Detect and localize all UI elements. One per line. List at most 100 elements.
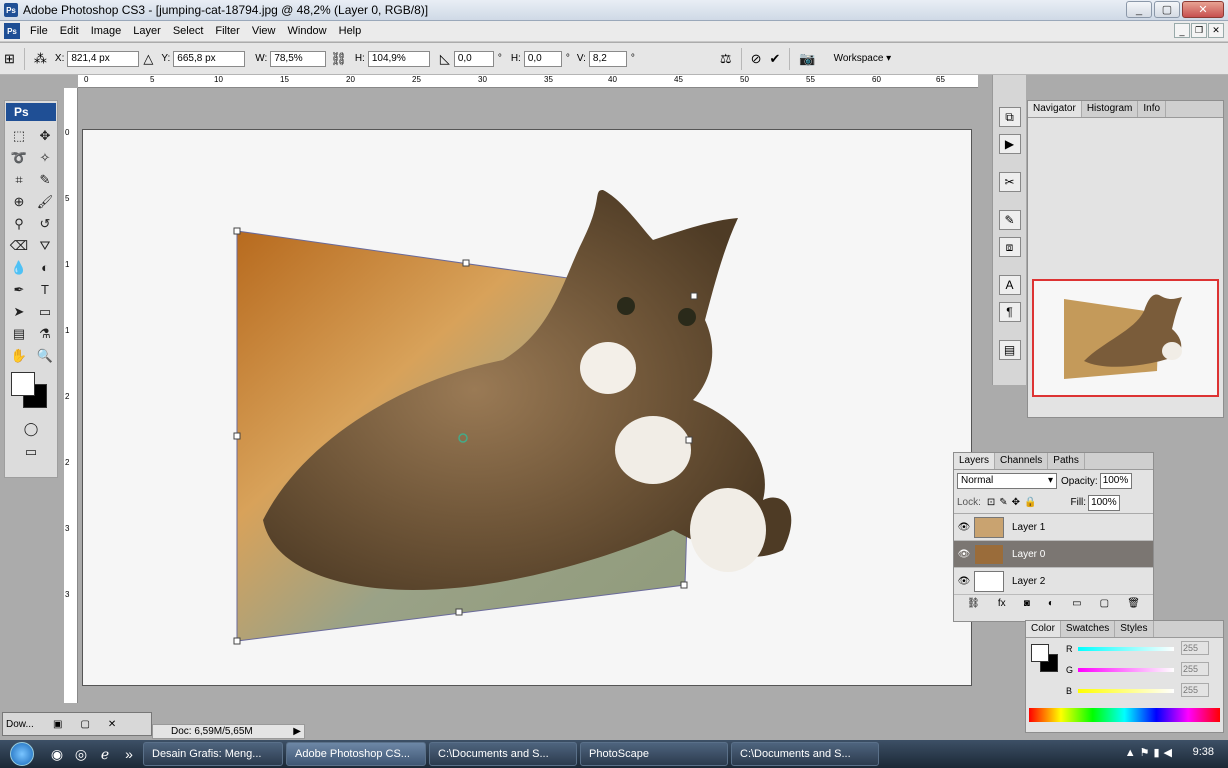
menu-file[interactable]: File [24, 25, 54, 37]
eyedropper-tool-icon[interactable]: ⚗ [33, 323, 57, 344]
lasso-tool-icon[interactable]: ➰ [7, 147, 31, 168]
taskbar-item-explorer-2[interactable]: C:\Documents and S... [731, 742, 879, 766]
close-icon[interactable]: ✕ [108, 719, 116, 730]
healing-brush-tool-icon[interactable]: ⊕ [7, 191, 31, 212]
brushes-panel-icon[interactable]: ✎ [998, 210, 1021, 230]
taskbar-item-explorer-1[interactable]: C:\Documents and S... [429, 742, 577, 766]
transform-handle[interactable] [233, 432, 241, 440]
width-field[interactable]: 78,5% [270, 50, 327, 67]
menu-select[interactable]: Select [167, 25, 210, 37]
tool-presets-icon[interactable]: ✂ [998, 172, 1021, 192]
maximize-button[interactable]: ▢ [1154, 1, 1180, 18]
pen-tool-icon[interactable]: ✒ [7, 279, 31, 300]
layer-mask-icon[interactable]: ◙ [1024, 598, 1030, 609]
fill-field[interactable]: 100% [1088, 494, 1121, 511]
menu-edit[interactable]: Edit [54, 25, 85, 37]
zoom-tool-icon[interactable]: 🔍 [33, 345, 57, 366]
slice-tool-icon[interactable]: ✎ [33, 169, 57, 190]
close-button[interactable]: ✕ [1182, 1, 1224, 18]
menu-window[interactable]: Window [282, 25, 333, 37]
rotation-field[interactable]: 0,0 [453, 50, 494, 67]
quicklaunch-ie-icon[interactable]: ℯ [94, 743, 116, 765]
tab-info[interactable]: Info [1138, 101, 1167, 117]
doc-close-button[interactable]: ✕ [1208, 23, 1224, 38]
path-selection-tool-icon[interactable]: ➤ [7, 301, 31, 322]
minimized-document[interactable]: Dow... ▣ ▢ ✕ [2, 712, 152, 736]
character-panel-icon[interactable]: A [998, 275, 1021, 295]
layer-row-layer-0[interactable]: 👁 Layer 0 [954, 541, 1153, 568]
start-button[interactable] [0, 740, 44, 768]
quicklaunch-chrome-icon[interactable]: ◎ [70, 743, 92, 765]
menu-layer[interactable]: Layer [127, 25, 167, 37]
visibility-eye-icon[interactable]: 👁 [954, 549, 974, 560]
blend-mode-select[interactable]: Normal ▾ [957, 473, 1057, 489]
layer-row-layer-2[interactable]: 👁 Layer 2 [954, 568, 1153, 595]
menu-filter[interactable]: Filter [209, 25, 245, 37]
blue-value[interactable]: 255 [1181, 683, 1209, 697]
tab-navigator[interactable]: Navigator [1028, 101, 1082, 117]
delete-layer-icon[interactable]: 🗑 [1127, 598, 1140, 609]
transform-handle[interactable] [233, 637, 241, 645]
clone-stamp-tool-icon[interactable]: ⚲ [7, 213, 31, 234]
height-field[interactable]: 104,9% [367, 50, 430, 67]
brush-tool-icon[interactable]: 🖌 [33, 191, 57, 212]
magic-wand-tool-icon[interactable]: ✧ [33, 147, 57, 168]
paragraph-panel-icon[interactable]: ¶ [998, 302, 1021, 322]
cancel-transform-icon[interactable]: ⊘ [751, 51, 762, 67]
blue-slider[interactable] [1078, 689, 1174, 693]
menu-view[interactable]: View [246, 25, 282, 37]
actions-panel-icon[interactable]: ▶ [998, 134, 1021, 154]
history-brush-tool-icon[interactable]: ↺ [33, 213, 57, 234]
delta-icon[interactable]: △ [143, 51, 153, 67]
document-icon[interactable]: Ps [4, 23, 20, 39]
dodge-tool-icon[interactable]: ◐ [33, 257, 57, 278]
minimize-button[interactable]: _ [1126, 1, 1152, 18]
layer-row-layer-1[interactable]: 👁 Layer 1 [954, 514, 1153, 541]
adjustment-layer-icon[interactable]: ◐ [1048, 598, 1054, 609]
green-slider[interactable] [1078, 668, 1174, 672]
fg-color-chip[interactable] [1031, 644, 1049, 662]
clock[interactable]: 9:38 [1193, 746, 1214, 758]
transform-handle[interactable] [233, 227, 241, 235]
link-icon[interactable]: ⛓ [330, 51, 347, 67]
quicklaunch-more-icon[interactable]: » [118, 743, 140, 765]
foreground-color-swatch[interactable] [11, 372, 35, 396]
green-value[interactable]: 255 [1181, 662, 1209, 676]
maximize-icon[interactable]: ▢ [80, 719, 89, 730]
status-menu-arrow-icon[interactable]: ▶ [293, 726, 301, 737]
transform-handle[interactable] [680, 581, 688, 589]
layer-comps-icon[interactable]: ▤ [998, 340, 1021, 360]
opacity-field[interactable]: 100% [1099, 473, 1132, 489]
red-value[interactable]: 255 [1181, 641, 1209, 655]
taskbar-item-photoshop[interactable]: Adobe Photoshop CS... [286, 742, 426, 766]
eraser-tool-icon[interactable]: ⌫ [7, 235, 31, 256]
transform-handle[interactable] [685, 436, 693, 444]
link-layers-icon[interactable]: ⛓ [967, 598, 980, 609]
menu-image[interactable]: Image [85, 25, 128, 37]
document-canvas[interactable] [82, 129, 972, 686]
move-tool-icon[interactable]: ✥ [33, 125, 57, 146]
tab-channels[interactable]: Channels [995, 453, 1049, 469]
warp-icon[interactable]: ⚖ [720, 51, 732, 67]
layer-style-icon[interactable]: fx [998, 598, 1006, 609]
workspace-button[interactable]: Workspace ▾ [834, 53, 892, 64]
quick-mask-icon[interactable]: ◯ [5, 418, 57, 439]
hand-tool-icon[interactable]: ✋ [7, 345, 31, 366]
transform-handle[interactable] [455, 608, 463, 616]
visibility-eye-icon[interactable]: 👁 [954, 576, 974, 587]
tab-layers[interactable]: Layers [954, 453, 996, 469]
doc-minimize-button[interactable]: _ [1174, 23, 1190, 38]
type-tool-icon[interactable]: T [33, 279, 57, 300]
screen-mode-icon[interactable]: ▭ [5, 441, 57, 462]
system-tray-icons[interactable]: ▲⚑▮◀ [1125, 746, 1176, 759]
tab-swatches[interactable]: Swatches [1061, 621, 1116, 637]
quicklaunch-firefox-icon[interactable]: ◉ [46, 743, 68, 765]
tab-histogram[interactable]: Histogram [1082, 101, 1139, 117]
new-layer-icon[interactable]: ▢ [1100, 598, 1109, 609]
blur-tool-icon[interactable]: 💧 [7, 257, 31, 278]
lock-icons[interactable]: ⊡✎✥🔒 [987, 497, 1041, 508]
paint-bucket-tool-icon[interactable]: ⛛ [33, 235, 57, 256]
visibility-eye-icon[interactable]: 👁 [954, 522, 974, 533]
notes-tool-icon[interactable]: ▤ [7, 323, 31, 344]
history-panel-icon[interactable]: ⧉ [998, 107, 1021, 127]
